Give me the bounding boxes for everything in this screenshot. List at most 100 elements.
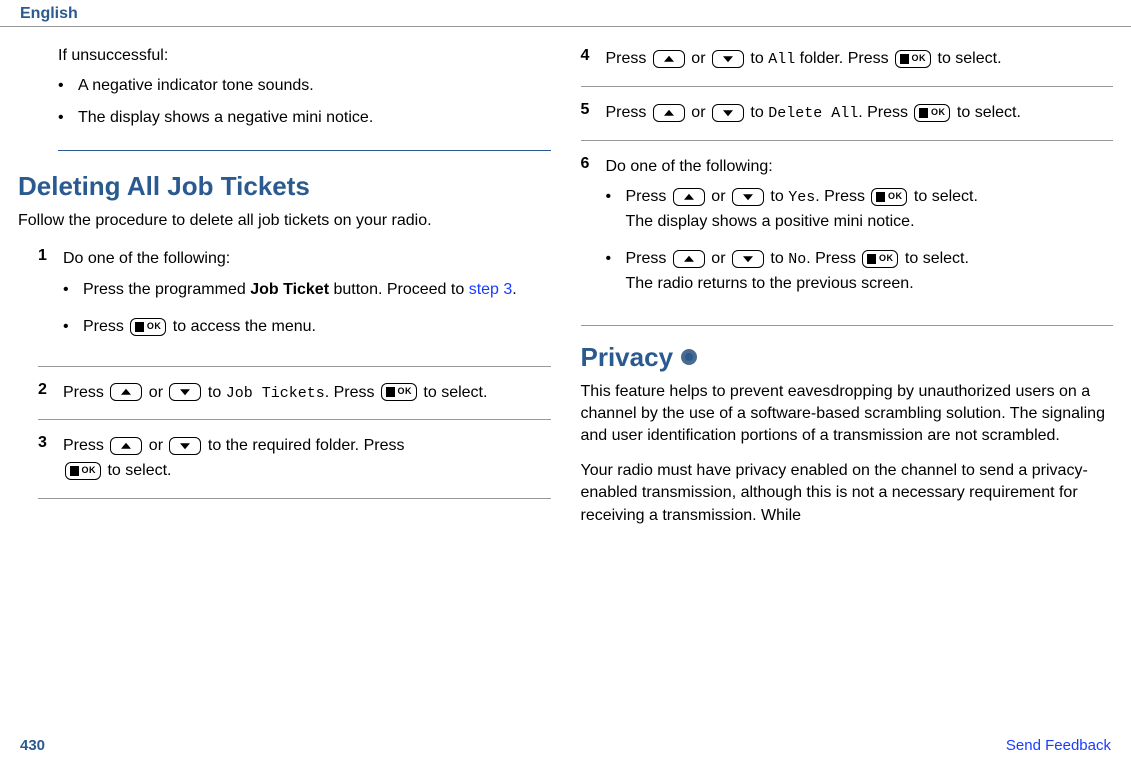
step-content: Press or to All folder. Press to select. <box>606 47 1114 72</box>
step-content: Press or to Job Tickets. Press to select… <box>63 381 551 406</box>
step-1: 1 Do one of the following: Press the pro… <box>18 247 551 351</box>
step-3: 3 Press or to the required folder. Press… <box>18 434 551 484</box>
ok-button-icon <box>130 318 166 336</box>
text-fragment: or <box>687 104 710 121</box>
mono-text: Job Tickets <box>226 385 325 402</box>
text-fragment: to select. <box>419 384 487 401</box>
step-number: 6 <box>581 155 606 309</box>
text-fragment: to select. <box>103 462 171 479</box>
list-item: A negative indicator tone sounds. <box>58 75 551 97</box>
step-text: Do one of the following: <box>63 250 230 267</box>
up-arrow-icon <box>653 50 685 68</box>
step-number: 2 <box>38 381 63 406</box>
text-fragment: button. Proceed to <box>329 281 469 298</box>
unsuccessful-list: A negative indicator tone sounds. The di… <box>58 75 551 130</box>
privacy-paragraph-1: This feature helps to prevent eavesdropp… <box>581 381 1114 448</box>
text-fragment: to <box>203 384 225 401</box>
step-2: 2 Press or to Job Tickets. Press to sele… <box>18 381 551 406</box>
step-content: Do one of the following: Press the progr… <box>63 247 551 351</box>
text-fragment: . Press <box>325 384 379 401</box>
mono-text: No <box>788 251 806 268</box>
text-fragment: to <box>766 250 788 267</box>
text-fragment: . Press <box>806 250 860 267</box>
step-sub-bullets: Press or to Yes. Press to select. The di… <box>606 185 1114 296</box>
down-arrow-icon <box>169 383 201 401</box>
mono-text: Delete All <box>768 105 858 122</box>
step-6: 6 Do one of the following: Press or to Y… <box>581 155 1114 309</box>
text-fragment: Press <box>626 188 671 205</box>
ok-button-icon <box>65 462 101 480</box>
step-content: Do one of the following: Press or to Yes… <box>606 155 1114 309</box>
text-fragment: Press the programmed <box>83 281 250 298</box>
section-subtitle: Follow the procedure to delete all job t… <box>18 210 551 232</box>
unsuccessful-intro: If unsuccessful: <box>58 47 551 65</box>
step-sub-bullets: Press the programmed Job Ticket button. … <box>63 278 551 340</box>
list-item: The display shows a negative mini notice… <box>58 107 551 129</box>
step-separator <box>38 366 551 367</box>
up-arrow-icon <box>673 250 705 268</box>
text-fragment: . <box>512 281 516 298</box>
step-3-link[interactable]: step 3 <box>469 281 513 298</box>
up-arrow-icon <box>673 188 705 206</box>
text-fragment: . Press <box>815 188 869 205</box>
down-arrow-icon <box>712 104 744 122</box>
step-text: Do one of the following: <box>606 158 773 175</box>
step-separator <box>581 86 1114 87</box>
text-fragment: The display shows a positive mini notice… <box>626 213 915 230</box>
mono-text: All <box>768 51 795 68</box>
left-column: If unsuccessful: A negative indicator to… <box>18 47 551 539</box>
text-fragment: to <box>766 188 788 205</box>
header-language: English <box>20 5 78 22</box>
down-arrow-icon <box>732 250 764 268</box>
text-fragment: folder. Press <box>795 50 893 67</box>
section-divider <box>581 325 1114 326</box>
text-fragment: Press <box>606 104 651 121</box>
ok-button-icon <box>381 383 417 401</box>
text-fragment: The radio returns to the previous screen… <box>626 275 914 292</box>
text-fragment: to access the menu. <box>168 318 316 335</box>
content-columns: If unsuccessful: A negative indicator to… <box>0 47 1131 539</box>
text-fragment: to the required folder. Press <box>203 437 404 454</box>
text-fragment: Press <box>626 250 671 267</box>
text-fragment: or <box>707 250 730 267</box>
down-arrow-icon <box>732 188 764 206</box>
text-fragment: or <box>687 50 710 67</box>
text-fragment: or <box>707 188 730 205</box>
text-fragment: to select. <box>952 104 1020 121</box>
step-content: Press or to Delete All. Press to select. <box>606 101 1114 126</box>
ok-button-icon <box>871 188 907 206</box>
step-number: 4 <box>581 47 606 72</box>
step-content: Press or to the required folder. Press t… <box>63 434 551 484</box>
text-fragment: or <box>144 437 167 454</box>
step-number: 5 <box>581 101 606 126</box>
text-fragment: Press <box>83 318 128 335</box>
section-heading-privacy: Privacy <box>581 342 674 373</box>
text-fragment: to <box>746 104 768 121</box>
right-column: 4 Press or to All folder. Press to selec… <box>581 47 1114 539</box>
privacy-heading-wrap: Privacy <box>581 342 1114 373</box>
step-separator <box>581 140 1114 141</box>
up-arrow-icon <box>110 437 142 455</box>
up-arrow-icon <box>110 383 142 401</box>
privacy-paragraph-2: Your radio must have privacy enabled on … <box>581 460 1114 527</box>
text-fragment: to <box>746 50 768 67</box>
text-fragment: to select. <box>933 50 1001 67</box>
section-heading-deleting: Deleting All Job Tickets <box>18 171 551 202</box>
list-item: Press or to No. Press to select. The rad… <box>606 247 1114 297</box>
up-arrow-icon <box>653 104 685 122</box>
list-item: Press the programmed Job Ticket button. … <box>63 278 551 303</box>
page-number: 430 <box>20 737 45 754</box>
page-footer: 430 Send Feedback <box>0 737 1131 754</box>
mono-text: Yes <box>788 189 815 206</box>
step-separator <box>38 419 551 420</box>
section-divider <box>58 150 551 151</box>
list-item: Press or to Yes. Press to select. The di… <box>606 185 1114 235</box>
text-fragment: to select. <box>909 188 977 205</box>
step-5: 5 Press or to Delete All. Press to selec… <box>581 101 1114 126</box>
send-feedback-link[interactable]: Send Feedback <box>1006 737 1111 754</box>
step-number: 1 <box>38 247 63 351</box>
down-arrow-icon <box>169 437 201 455</box>
text-fragment: to select. <box>900 250 968 267</box>
privacy-icon <box>681 349 697 365</box>
text-fragment: Press <box>63 384 108 401</box>
